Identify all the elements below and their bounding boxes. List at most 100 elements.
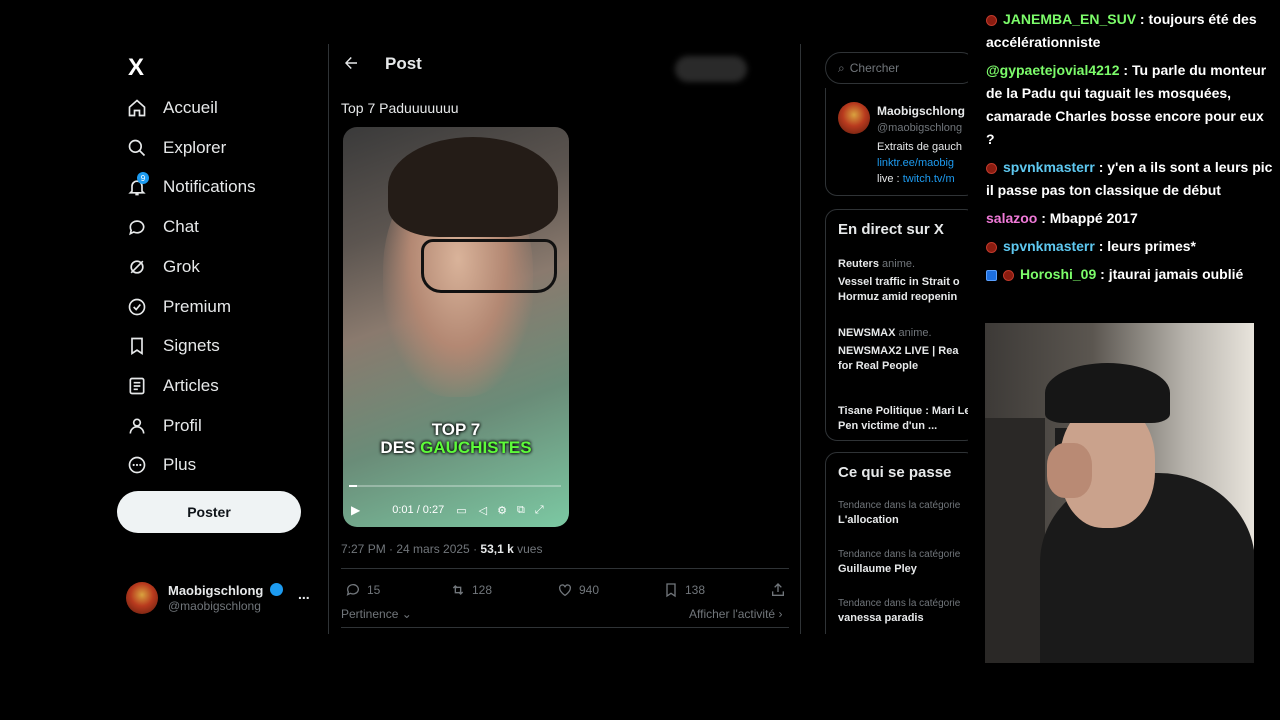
video-player[interactable]: TOP 7 DES GAUCHISTES ▶ 0:01 / 0:27 ▭ ◁ ⚙…	[343, 127, 569, 527]
bookmark-icon	[666, 583, 676, 598]
captions-icon[interactable]: ▭	[456, 504, 466, 517]
sidebar-item-plus[interactable]: Plus	[126, 450, 196, 480]
account-switcher[interactable]: Maobigschlong @maobigschlong ...	[126, 582, 316, 618]
activity-link[interactable]: Afficher l'activité ›	[689, 607, 782, 621]
view-label: vues	[513, 542, 543, 556]
profile-link[interactable]: linktr.ee/maobig	[877, 157, 954, 169]
live-source: NEWSMAX	[838, 327, 896, 339]
live-item[interactable]: NEWSMAX anime. NEWSMAX2 LIVE | Rea for Re…	[838, 327, 968, 374]
video-frame-detail	[388, 137, 558, 237]
volume-icon[interactable]: ◁	[479, 504, 487, 517]
live-item[interactable]: Tisane Politique : Mari Le Pen victime d…	[838, 399, 968, 434]
chat-badge-icon	[986, 14, 997, 26]
bell-icon: 9	[126, 172, 149, 198]
profile-live-line: live : twitch.tv/m	[877, 173, 955, 185]
sort-label: Pertinence	[341, 607, 399, 621]
chat-username[interactable]: @gypaetejovial4212	[986, 62, 1120, 78]
divider	[341, 568, 789, 569]
sidebar-item-explorer[interactable]: Explorer	[126, 133, 226, 163]
trends-title: Ce qui se passe	[838, 464, 952, 481]
pip-icon[interactable]: ⧉	[517, 504, 525, 517]
video-controls: ▶ 0:01 / 0:27 ▭ ◁ ⚙ ⧉ ⤢	[351, 502, 566, 518]
more-icon	[126, 454, 148, 476]
sort-dropdown[interactable]: Pertinence ⌄	[341, 607, 412, 621]
trend-category: Tendance dans la catégorie	[838, 500, 961, 511]
sidebar-item-notifications[interactable]: 9 Notifications	[126, 172, 256, 202]
account-name: Maobigschlong	[168, 583, 264, 598]
sidebar-item-profil[interactable]: Profil	[126, 411, 202, 441]
sidebar-item-chat[interactable]: Chat	[126, 212, 199, 242]
chat-username[interactable]: Horoshi_09	[1020, 266, 1096, 282]
sidebar-item-grok[interactable]: Grok	[126, 252, 200, 282]
video-caption: TOP 7	[431, 420, 481, 439]
heart-icon	[559, 584, 571, 597]
sidebar-item-label: Profil	[163, 415, 202, 435]
video-progress-fill	[349, 485, 358, 487]
chat-username[interactable]: JANEMBA_EN_SUV	[1003, 11, 1136, 27]
avatar[interactable]	[838, 102, 870, 134]
chat-message: Horoshi_09 : jtaurai jamais oublié	[986, 263, 1276, 286]
chat-message: salazoo : Mbappé 2017	[986, 207, 1276, 230]
post-text: Top 7 Paduuuuuuu	[341, 100, 459, 116]
x-logo[interactable]: X	[128, 54, 144, 82]
video-progress-track[interactable]	[349, 485, 561, 487]
sidebar-item-label: Premium	[163, 296, 232, 316]
trends-panel: Ce qui se passe Tendance dans la catégor…	[825, 452, 968, 634]
articles-icon	[126, 375, 148, 397]
settings-icon[interactable]: ⚙	[497, 504, 507, 517]
search-input[interactable]: Chercher	[850, 61, 899, 75]
sidebar-item-articles[interactable]: Articles	[126, 371, 219, 401]
chat-text: : Mbappé 2017	[1037, 210, 1138, 226]
sidebar-item-accueil[interactable]: Accueil	[126, 93, 218, 123]
divider	[341, 627, 789, 628]
sidebar-item-premium[interactable]: Premium	[126, 292, 231, 322]
home-icon	[126, 97, 148, 119]
repost-button[interactable]: 128	[450, 582, 492, 598]
trend-category: Tendance dans la catégorie	[838, 549, 961, 560]
trend-item[interactable]: Tendance dans la catégorie L'allocation	[838, 500, 968, 526]
sidebar-item-label: Notifications	[163, 177, 256, 197]
chat-badge-icon	[986, 269, 997, 281]
notification-badge: 9	[137, 172, 149, 185]
post-button[interactable]: Poster	[117, 491, 301, 533]
post-timestamp: 7:27 PM · 24 mars 2025 ·	[341, 542, 481, 556]
bookmark-count: 138	[685, 583, 706, 597]
trend-name: vanessa paradis	[838, 612, 924, 624]
trend-name: Guillaume Pley	[838, 563, 917, 575]
chat-username[interactable]: spvnkmasterr	[1003, 238, 1095, 254]
chat-username[interactable]: spvnkmasterr	[1003, 159, 1095, 175]
webcam-person-hand	[1047, 443, 1092, 498]
search-box[interactable]: ⌕ Chercher	[825, 52, 968, 84]
account-handle: @maobigschlong	[168, 599, 261, 613]
chat-message: JANEMBA_EN_SUV : toujours été des accélé…	[986, 8, 1276, 54]
follow-button[interactable]	[675, 56, 747, 82]
fullscreen-icon[interactable]: ⤢	[535, 504, 544, 517]
sidebar-item-label: Grok	[163, 256, 200, 276]
avatar	[126, 582, 158, 614]
back-arrow-icon[interactable]	[342, 54, 360, 72]
sidebar-item-label: Chat	[163, 217, 199, 237]
twitch-link[interactable]: twitch.tv/m	[903, 173, 955, 185]
chat-username[interactable]: salazoo	[986, 210, 1037, 226]
account-menu-icon[interactable]: ...	[298, 586, 310, 602]
chat-message: @gypaetejovial4212 : Tu parle du monteur…	[986, 59, 1276, 151]
live-source-line: NEWSMAX anime.	[838, 327, 968, 339]
sidebar-item-label: Plus	[163, 455, 197, 475]
chat-text: : leurs primes*	[1094, 238, 1196, 254]
chat-text: : jtaurai jamais oublié	[1096, 266, 1244, 282]
video-frame-glasses	[421, 239, 557, 293]
search-icon	[126, 137, 148, 159]
live-item[interactable]: Reuters anime. Vessel traffic in Strait o…	[838, 258, 968, 305]
video-caption: DES GAUCHISTES	[343, 438, 569, 458]
like-button[interactable]: 940	[557, 582, 599, 598]
trend-item[interactable]: Tendance dans la catégorie vanessa paradi…	[838, 598, 968, 624]
play-icon[interactable]: ▶	[351, 503, 360, 517]
sidebar-item-signets[interactable]: Signets	[126, 331, 220, 361]
reply-button[interactable]: 15	[345, 582, 380, 598]
share-button[interactable]	[770, 582, 792, 598]
bookmark-button[interactable]: 138	[663, 582, 705, 598]
trend-item[interactable]: Tendance dans la catégorie Guillaume Pley	[838, 549, 968, 575]
sidebar-item-label: Articles	[163, 375, 219, 395]
repost-icon	[452, 585, 464, 595]
sidebar-item-label: Explorer	[163, 137, 227, 157]
